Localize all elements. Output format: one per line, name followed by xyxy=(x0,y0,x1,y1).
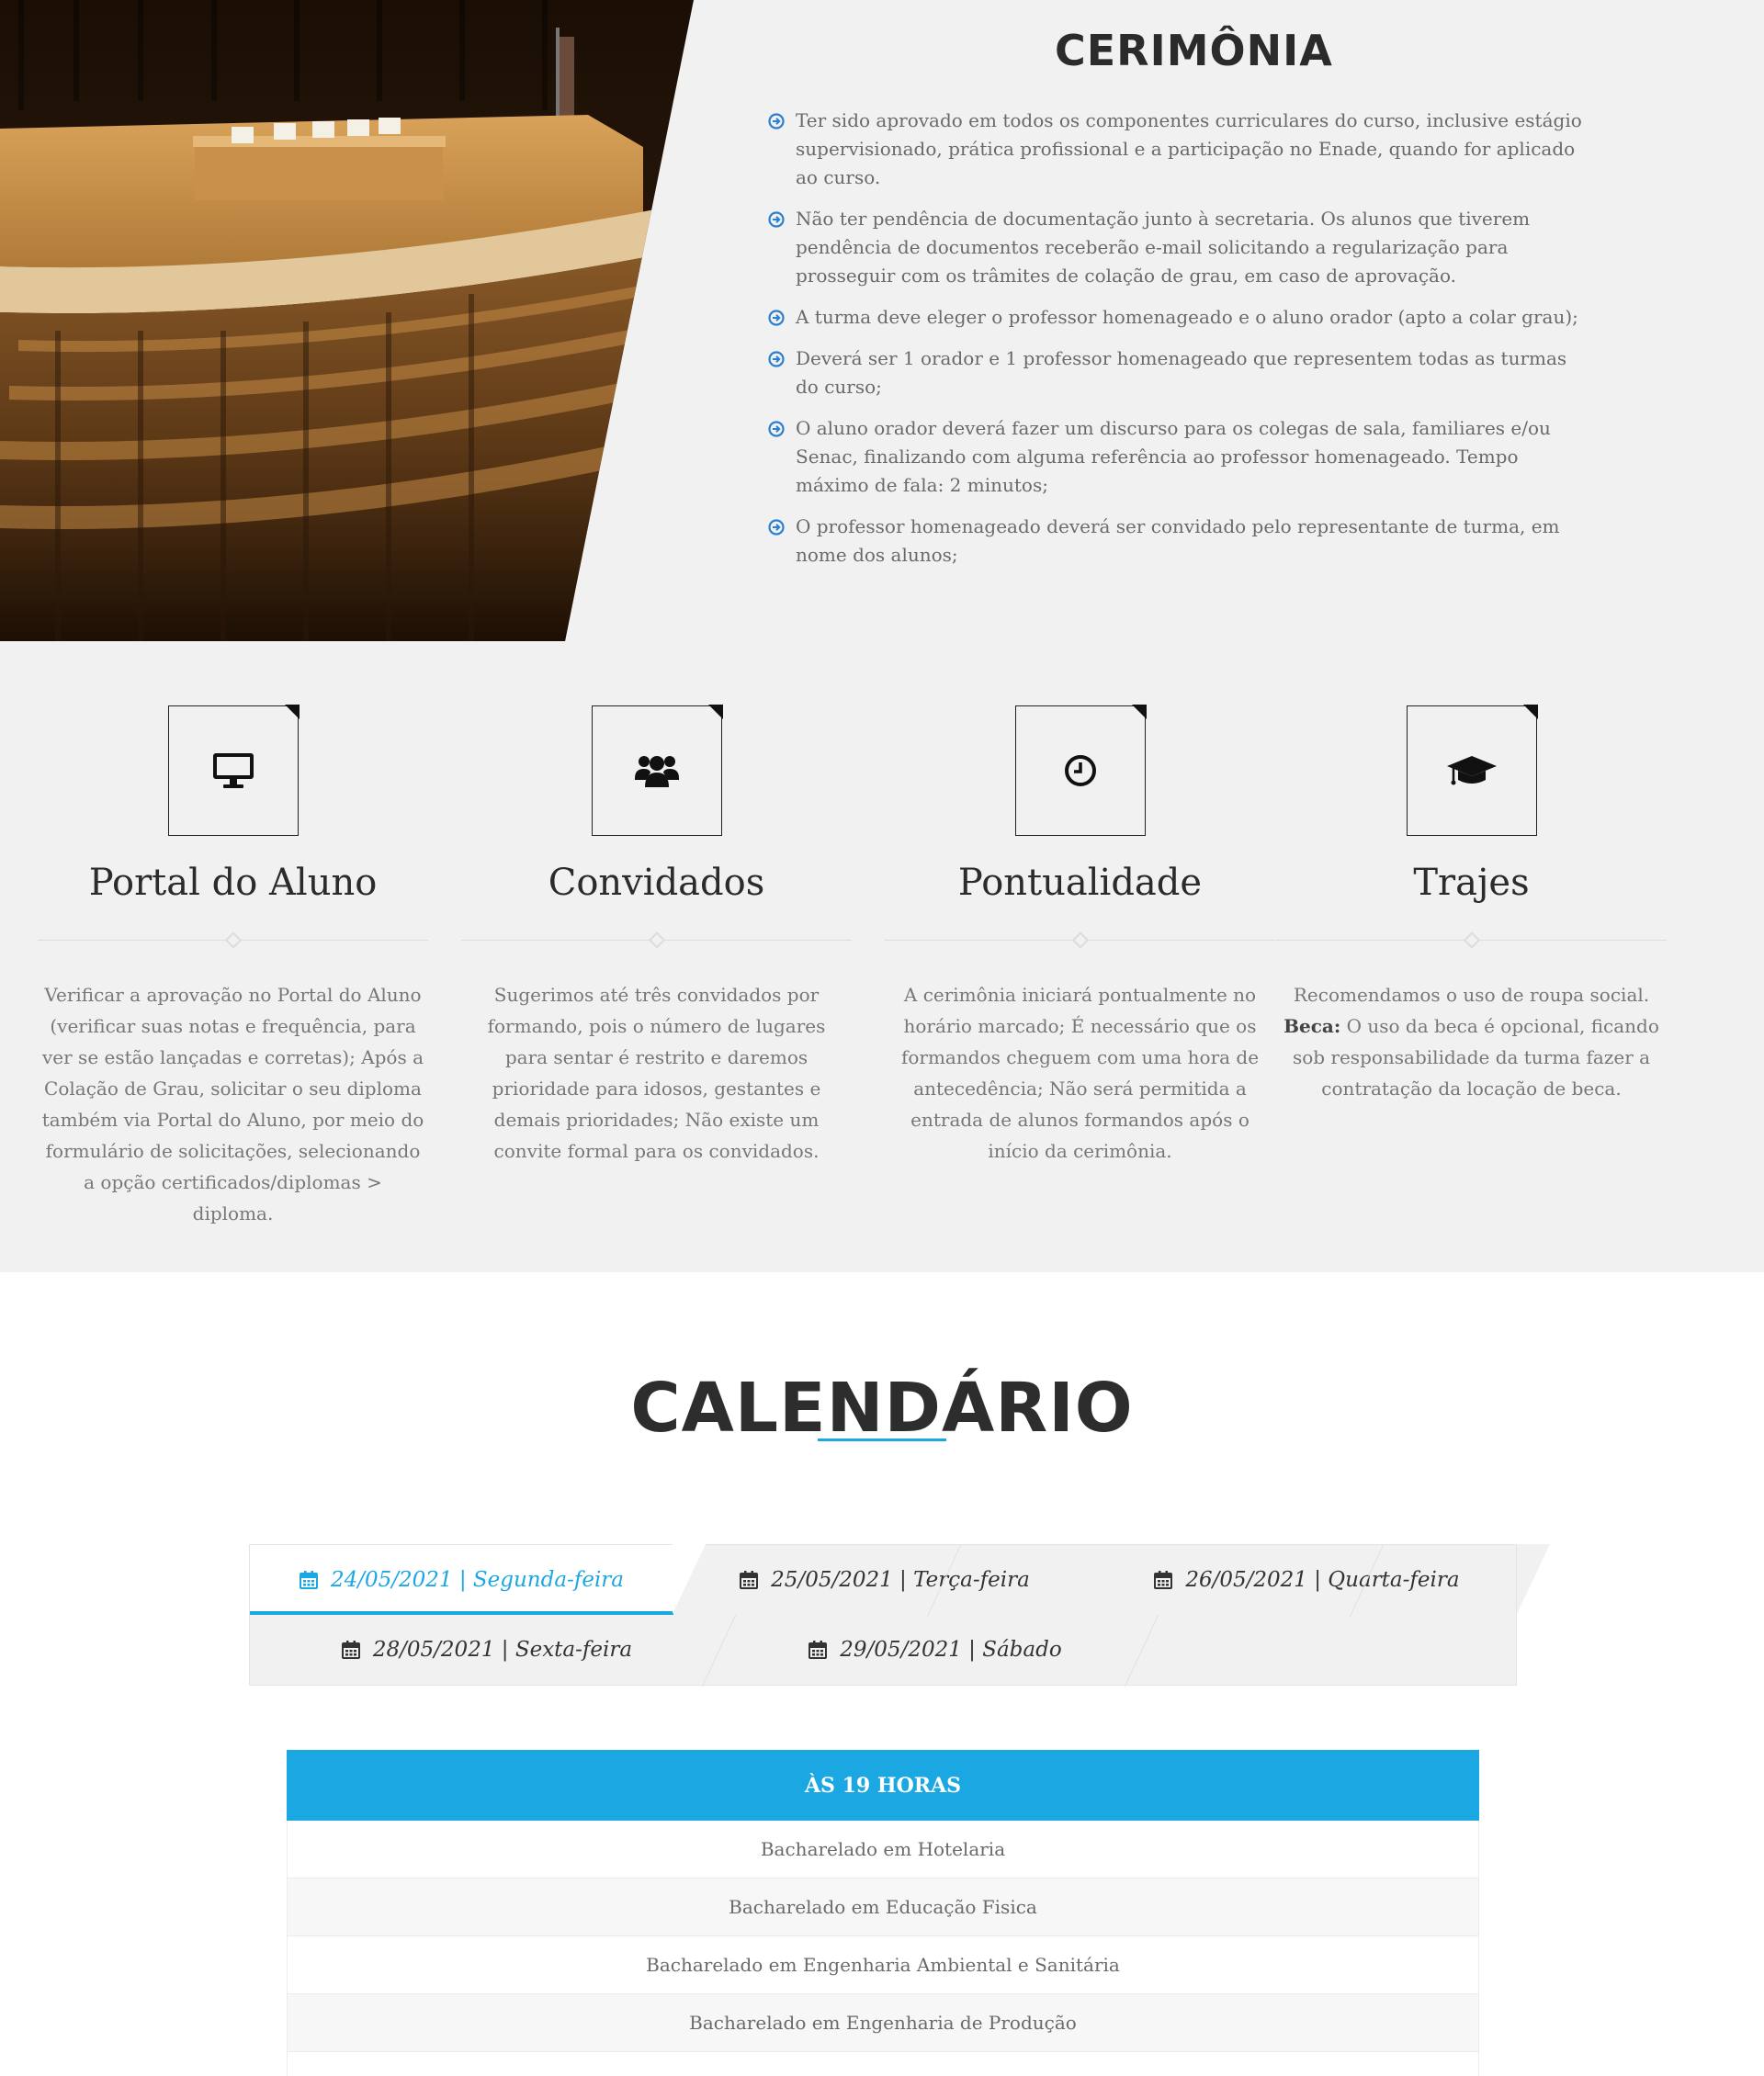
list-item-text: O aluno orador deverá fazer um discurso … xyxy=(796,417,1551,496)
feature-trajes: Trajes Recomendamos o uso de roupa socia… xyxy=(1276,705,1667,1104)
arrow-circle-right-icon xyxy=(768,519,785,536)
tab-label: 29/05/2021 | Sábado xyxy=(840,1638,1062,1662)
tab-label: 28/05/2021 | Sexta-feira xyxy=(372,1638,633,1662)
list-item: O aluno orador deverá fazer um discurso … xyxy=(768,414,1595,500)
table-row: Bacharelado em Engenharia de Produção xyxy=(287,1994,1479,2052)
feature-text-bold: Beca: xyxy=(1283,1015,1341,1037)
calendar-icon xyxy=(740,1571,759,1589)
arrow-circle-right-icon xyxy=(768,351,785,367)
calendar-title-underline xyxy=(818,1439,946,1441)
tab-label: 24/05/2021 | Segunda-feira xyxy=(330,1568,625,1592)
feature-portal-do-aluno: Portal do Aluno Verificar a aprovação no… xyxy=(38,705,428,1229)
arrow-circle-right-icon xyxy=(768,113,785,130)
tab-28-05-2021[interactable]: 28/05/2021 | Sexta-feira xyxy=(250,1615,724,1685)
table-row xyxy=(287,2052,1479,2076)
tab-29-05-2021[interactable]: 29/05/2021 | Sábado xyxy=(724,1615,1147,1685)
feature-icon-box xyxy=(1406,705,1538,836)
table-row: Bacharelado em Educação Fisica xyxy=(287,1879,1479,1936)
users-icon xyxy=(634,756,679,787)
ceremony-section: CERIMÔNIA Ter sido aprovado em todos os … xyxy=(0,0,1764,641)
arrow-circle-right-icon xyxy=(768,211,785,228)
list-item-text: Deverá ser 1 orador e 1 professor homena… xyxy=(796,347,1567,398)
feature-title: Trajes xyxy=(1413,862,1530,904)
list-item-text: Não ter pendência de documentação junto … xyxy=(796,208,1531,287)
tab-26-05-2021[interactable]: 26/05/2021 | Quarta-feira xyxy=(1096,1545,1518,1615)
list-item-text: Ter sido aprovado em todos os componente… xyxy=(796,109,1582,188)
list-item: Não ter pendência de documentação junto … xyxy=(768,205,1595,290)
calendar-icon xyxy=(1154,1571,1173,1589)
feature-pontualidade: Pontualidade A cerimônia iniciará pontua… xyxy=(885,705,1275,1167)
tab-label: 25/05/2021 | Terça-feira xyxy=(771,1568,1030,1592)
feature-title: Convidados xyxy=(548,862,765,904)
calendar-date-tabs: 24/05/2021 | Segunda-feira 25/05/2021 | … xyxy=(249,1544,1518,1687)
arrow-circle-right-icon xyxy=(768,310,785,326)
calendar-icon xyxy=(808,1641,828,1659)
feature-convidados: Convidados Sugerimos até três convidados… xyxy=(461,705,852,1167)
ceremony-title: CERIMÔNIA xyxy=(1055,26,1333,75)
clock-icon xyxy=(1064,755,1096,786)
table-row: Bacharelado em Hotelaria xyxy=(287,1821,1479,1879)
ceremony-schedule-table: ÀS 19 HORAS Bacharelado em Hotelaria Bac… xyxy=(287,1750,1479,2076)
arrow-circle-right-icon xyxy=(768,421,785,437)
feature-divider xyxy=(1276,931,1667,950)
feature-text-body: O uso da beca é opcional, ficando sob re… xyxy=(1292,1015,1659,1100)
list-item: A turma deve eleger o professor homenage… xyxy=(768,303,1595,332)
feature-text: Verificar a aprovação no Portal do Aluno… xyxy=(41,984,424,1224)
tab-24-05-2021[interactable]: 24/05/2021 | Segunda-feira xyxy=(250,1545,673,1615)
feature-text: Sugerimos até três convidados por forman… xyxy=(487,984,826,1162)
auditorium-photo xyxy=(0,0,694,641)
table-row: Bacharelado em Engenharia Ambiental e Sa… xyxy=(287,1936,1479,1994)
feature-text: A cerimônia iniciará pontualmente no hor… xyxy=(900,984,1260,1162)
list-item: Ter sido aprovado em todos os componente… xyxy=(768,107,1595,192)
table-header: ÀS 19 HORAS xyxy=(287,1750,1479,1821)
feature-text: Recomendamos o uso de roupa social. Beca… xyxy=(1276,979,1667,1104)
calendar-icon xyxy=(299,1571,318,1589)
features-section: Portal do Aluno Verificar a aprovação no… xyxy=(0,641,1764,1272)
list-item-text: O professor homenageado deverá ser convi… xyxy=(796,515,1560,566)
feature-text-intro: Recomendamos o uso de roupa social. xyxy=(1293,984,1650,1006)
list-item: Deverá ser 1 orador e 1 professor homena… xyxy=(768,344,1595,401)
feature-icon-box xyxy=(1014,705,1147,836)
feature-title: Pontualidade xyxy=(957,862,1203,904)
feature-divider xyxy=(461,931,852,950)
tabs-slant-edge xyxy=(1517,1544,1550,1614)
feature-divider xyxy=(885,931,1275,950)
ceremony-requirements-list: Ter sido aprovado em todos os componente… xyxy=(768,107,1595,582)
tab-label: 26/05/2021 | Quarta-feira xyxy=(1185,1568,1460,1592)
feature-icon-box xyxy=(591,705,723,836)
feature-title: Portal do Aluno xyxy=(88,862,378,904)
list-item-text: A turma deve eleger o professor homenage… xyxy=(796,306,1578,328)
graduation-cap-icon xyxy=(1446,756,1497,785)
feature-divider xyxy=(38,931,428,950)
tab-25-05-2021[interactable]: 25/05/2021 | Terça-feira xyxy=(673,1545,1096,1615)
calendar-title: CALENDÁRIO xyxy=(630,1369,1134,1448)
desktop-icon xyxy=(212,753,254,788)
feature-icon-box xyxy=(167,705,300,836)
list-item: O professor homenageado deverá ser convi… xyxy=(768,513,1595,570)
calendar-icon xyxy=(341,1641,360,1659)
